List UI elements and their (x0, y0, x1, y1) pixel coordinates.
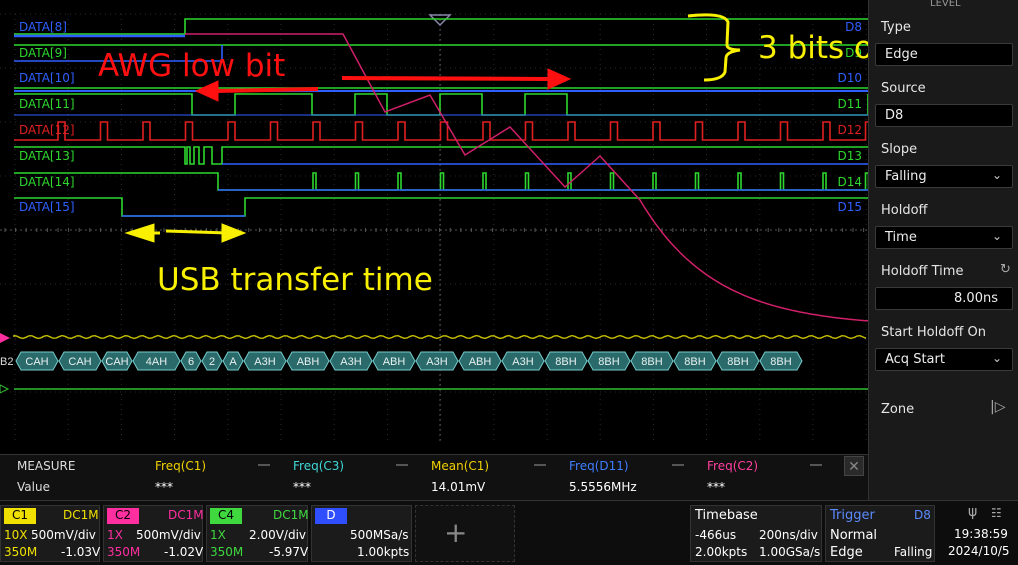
timebase-rate: 1.00GSa/s (759, 545, 821, 559)
type-select[interactable]: Edge (875, 43, 1013, 66)
c1-probe: 10X (4, 528, 28, 542)
measure-item-value: *** (707, 480, 725, 494)
awg-annotation: AWG low bit (98, 48, 286, 84)
panel-top-partial: LEVEL (930, 0, 961, 9)
holdoff-select[interactable]: Time ⌄ (875, 226, 1013, 249)
add-channel-button[interactable]: + (415, 505, 515, 562)
usb-annotation: USB transfer time (157, 262, 433, 298)
channel-d-box[interactable]: D 500MSa/s 1.00kpts (311, 505, 412, 562)
c2-coupling: DC1M (168, 508, 204, 522)
brace-icon (687, 13, 741, 82)
start-holdoff-select[interactable]: Acq Start ⌄ (875, 348, 1013, 371)
measure-item-value: *** (155, 480, 173, 494)
measure-item-name[interactable]: Freq(C2) (707, 459, 758, 473)
holdoff-time-label: Holdoff Time (881, 264, 964, 279)
network-icon: ☷ (991, 506, 1002, 520)
chevron-right-icon[interactable]: |▷ (990, 399, 1005, 415)
d-rate: 500MSa/s (350, 528, 409, 542)
c1-tag: C1 (4, 508, 36, 524)
holdoff-time-value: 8.00ns (954, 291, 998, 306)
trigger-box[interactable]: Trigger D8 Normal Edge Falling (825, 505, 935, 562)
usb-arrow (124, 223, 247, 243)
start-holdoff-label: Start Holdoff On (881, 325, 986, 340)
measure-title: MEASURE (17, 459, 76, 473)
chevron-down-icon: ⌄ (991, 351, 1002, 365)
measure-item-name[interactable]: Freq(D11) (569, 459, 629, 473)
channel-c1-box[interactable]: C1 DC1M 10X 500mV/div 350M -1.03V (0, 505, 100, 562)
trigger-source: D8 (914, 508, 931, 522)
trigger-mode: Normal (830, 528, 878, 543)
c2-offset: -1.02V (164, 545, 204, 559)
measure-item-value: *** (293, 480, 311, 494)
c2-probe: 1X (107, 528, 123, 542)
c1-bw: 350M (4, 545, 38, 559)
start-holdoff-value: Acq Start (885, 352, 945, 367)
measure-item-dash (534, 464, 546, 466)
chevron-down-icon: ⌄ (991, 168, 1002, 182)
measure-item-dash (810, 464, 822, 466)
timebase-scale: 200ns/div (759, 528, 818, 542)
measure-item-name[interactable]: Mean(C1) (431, 459, 489, 473)
measure-item-dash (258, 464, 270, 466)
c4-scale: 2.00V/div (249, 528, 307, 542)
type-label: Type (881, 20, 911, 35)
measure-item-value: 5.5556MHz (569, 480, 637, 494)
timebase-title: Timebase (695, 508, 758, 523)
measure-item-name[interactable]: Freq(C1) (155, 459, 206, 473)
trigger-type: Edge (830, 545, 863, 560)
c4-probe: 1X (210, 528, 226, 542)
d-tag: D (315, 508, 347, 524)
source-label: Source (881, 81, 926, 96)
clock-date: 2024/10/5 (948, 544, 1010, 558)
channel-c4-box[interactable]: C4 DC1M 1X 2.00V/div 350M -5.97V (206, 505, 309, 562)
c4-bw: 350M (210, 545, 244, 559)
close-icon[interactable]: ✕ (844, 456, 864, 476)
trigger-slope: Falling (894, 545, 933, 559)
channel-c2-box[interactable]: C2 DC1M 1X 500mV/div 350M -1.02V (103, 505, 204, 562)
chevron-down-icon: ⌄ (991, 229, 1002, 243)
holdoff-label: Holdoff (881, 203, 928, 218)
holdoff-value: Time (885, 230, 917, 245)
reset-icon[interactable]: ↻ (1000, 262, 1011, 277)
slope-value: Falling (885, 169, 927, 184)
type-value: Edge (885, 47, 918, 62)
zone-label[interactable]: Zone (881, 402, 914, 417)
c1-offset: -1.03V (61, 545, 101, 559)
trigger-panel (868, 0, 1018, 500)
source-value: D8 (885, 108, 904, 123)
slope-label: Slope (881, 142, 918, 157)
slope-select[interactable]: Falling ⌄ (875, 165, 1013, 188)
measure-item-dash (672, 464, 684, 466)
c4-coupling: DC1M (273, 508, 309, 522)
clock-time: 19:38:59 (954, 527, 1008, 541)
c1-scale: 500mV/div (31, 528, 96, 542)
c4-tag: C4 (210, 508, 242, 524)
measure-item-value: 14.01mV (431, 480, 486, 494)
c2-scale: 500mV/div (136, 528, 201, 542)
c4-offset: -5.97V (269, 545, 309, 559)
c1-coupling: DC1M (63, 508, 99, 522)
usb-icon: ψ (968, 504, 978, 520)
measure-item-name[interactable]: Freq(C3) (293, 459, 344, 473)
measure-item-dash (396, 464, 408, 466)
plus-icon: + (444, 516, 468, 549)
clock-box: ψ ☷ 19:38:59 2024/10/5 (938, 504, 1018, 562)
source-select[interactable]: D8 (875, 104, 1013, 127)
trigger-title: Trigger (830, 508, 875, 523)
timebase-box[interactable]: Timebase -466us 200ns/div 2.00kpts 1.00G… (690, 505, 822, 562)
c2-bw: 350M (107, 545, 141, 559)
measure-row-label: Value (17, 480, 50, 494)
c2-tag: C2 (107, 508, 139, 524)
timebase-delay: -466us (695, 528, 737, 542)
d-points: 1.00kpts (357, 545, 410, 559)
timebase-points: 2.00kpts (695, 545, 748, 559)
holdoff-time-input[interactable]: 8.00ns (875, 287, 1013, 310)
